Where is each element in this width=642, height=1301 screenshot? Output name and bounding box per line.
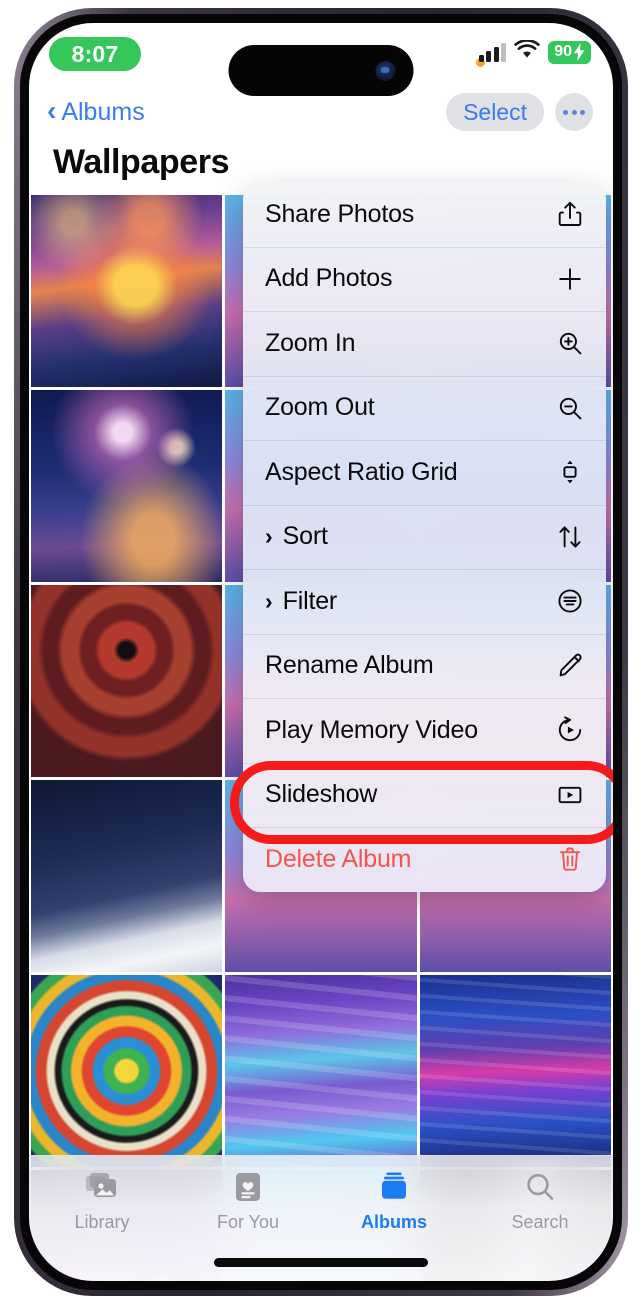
ellipsis-dot (571, 109, 577, 115)
menu-item-aspect-ratio-grid[interactable]: Aspect Ratio Grid (243, 440, 606, 505)
menu-item-label: Share Photos (265, 199, 415, 228)
dynamic-island (228, 45, 414, 96)
photo-mandala-red[interactable] (31, 585, 223, 777)
menu-item-label: Play Memory Video (265, 715, 478, 744)
tab-search[interactable]: Search (467, 1168, 613, 1233)
share-icon (554, 198, 586, 230)
magnifier-minus-icon (554, 392, 586, 424)
chevron-right-icon: › (265, 587, 273, 614)
library-photos-icon (85, 1168, 119, 1206)
plus-icon (554, 263, 586, 295)
tab-for-you[interactable]: For You (175, 1168, 321, 1233)
front-camera-icon (375, 60, 396, 81)
magnifier-plus-icon (554, 327, 586, 359)
aspect-ratio-grid-icon (554, 456, 586, 488)
menu-item-label: Aspect Ratio Grid (265, 457, 458, 486)
for-you-card-icon (233, 1168, 263, 1206)
back-button-albums[interactable]: ‹ Albums (47, 95, 145, 127)
chevron-right-icon: › (265, 523, 273, 550)
phone-frame: Wallpapers ‹ Albums Select 8:07 90 Share… (14, 8, 628, 1296)
ellipsis-dot (563, 109, 568, 115)
context-menu[interactable]: Share Photos Add Photos Zoom In Zoom Out Asp… (243, 182, 606, 892)
photo-cosmic-reef[interactable] (31, 195, 223, 387)
photo-dolphin-moon[interactable] (31, 390, 223, 582)
menu-item-delete-album[interactable]: Delete Album (243, 827, 606, 892)
memory-video-icon (554, 714, 586, 746)
status-time-pill: 8:07 (49, 37, 141, 71)
tab-albums[interactable]: Albums (321, 1168, 467, 1233)
nav-right-actions: Select (446, 93, 593, 131)
menu-item-filter[interactable]: › Filter (243, 569, 606, 634)
cellular-bars-icon (478, 42, 507, 62)
menu-item-zoom-out[interactable]: Zoom Out (243, 376, 606, 441)
menu-item-slideshow[interactable]: Slideshow (243, 763, 606, 828)
chevron-left-icon: ‹ (47, 95, 57, 126)
menu-item-share-photos[interactable]: Share Photos (243, 182, 606, 247)
pencil-icon (554, 650, 586, 682)
ellipsis-icon[interactable] (555, 93, 593, 131)
home-indicator[interactable] (214, 1258, 428, 1267)
menu-item-label: Rename Album (265, 651, 434, 680)
tab-label: Albums (360, 1212, 427, 1232)
trash-icon (554, 843, 586, 875)
menu-item-label: Filter (282, 586, 338, 615)
photo-purple-clouds[interactable] (225, 975, 417, 1167)
menu-item-label: Sort (282, 522, 328, 551)
tab-label: Search (511, 1212, 569, 1232)
photo-blue-stream[interactable] (419, 975, 611, 1167)
menu-item-sort[interactable]: › Sort (243, 505, 606, 570)
tab-label: Library (74, 1212, 130, 1232)
menu-item-play-memory-video[interactable]: Play Memory Video (243, 698, 606, 763)
albums-stack-icon (378, 1168, 410, 1206)
battery-percent-label: 90 (554, 43, 572, 60)
photo-snow-peaks[interactable] (31, 780, 223, 972)
menu-item-label: Add Photos (265, 264, 393, 293)
charging-bolt-icon (574, 43, 585, 61)
battery-indicator: 90 (548, 40, 591, 64)
status-indicators: 90 (478, 39, 591, 64)
menu-item-label: Slideshow (265, 780, 378, 809)
phone-bezel: Wallpapers ‹ Albums Select 8:07 90 Share… (20, 14, 622, 1290)
sort-arrows-icon (554, 521, 586, 553)
search-icon (524, 1168, 556, 1206)
wifi-icon (514, 39, 540, 64)
menu-item-label: Zoom Out (265, 393, 375, 422)
tab-library[interactable]: Library (29, 1168, 175, 1233)
menu-item-add-photos[interactable]: Add Photos (243, 247, 606, 312)
menu-item-label: Zoom In (265, 328, 356, 357)
photo-flower-of-life[interactable] (31, 975, 223, 1167)
ellipsis-dot (580, 109, 585, 115)
slideshow-play-icon (554, 779, 586, 811)
menu-item-rename-album[interactable]: Rename Album (243, 634, 606, 699)
menu-item-label: Delete Album (265, 844, 412, 873)
select-button[interactable]: Select (446, 93, 544, 131)
filter-icon (554, 585, 586, 617)
back-button-label: Albums (61, 97, 145, 126)
tab-label: For You (216, 1212, 280, 1232)
phone-screen: Wallpapers ‹ Albums Select 8:07 90 Share… (29, 23, 613, 1281)
menu-item-zoom-in[interactable]: Zoom In (243, 311, 606, 376)
